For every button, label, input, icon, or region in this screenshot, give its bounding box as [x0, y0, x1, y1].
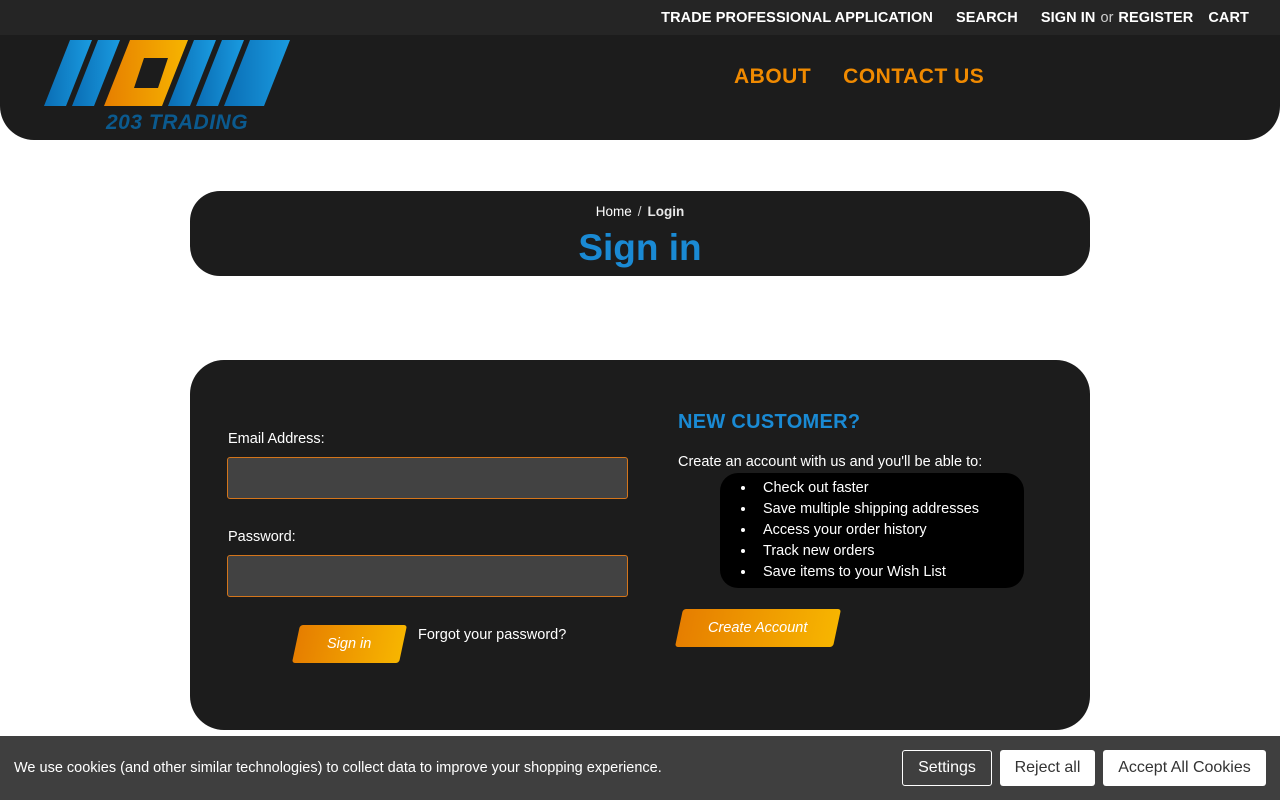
create-account-button[interactable]: Create Account	[674, 609, 842, 647]
page-title: Sign in	[578, 227, 702, 268]
password-field[interactable]	[227, 555, 628, 597]
trade-application-link[interactable]: TRADE PROFESSIONAL APPLICATION	[661, 10, 933, 26]
nav-about[interactable]: ABOUT	[734, 65, 811, 89]
benefits-box: Check out faster Save multiple shipping …	[720, 473, 1024, 588]
list-item: Check out faster	[756, 478, 1024, 499]
sign-in-button-label: Sign in	[327, 636, 372, 652]
reject-all-button[interactable]: Reject all	[1000, 750, 1095, 786]
utility-links: TRADE PROFESSIONAL APPLICATION SEARCH SI…	[661, 0, 1249, 35]
forgot-password-link[interactable]: Forgot your password?	[418, 627, 566, 643]
new-customer-intro: Create an account with us and you'll be …	[678, 454, 983, 470]
password-label: Password:	[228, 529, 296, 545]
list-item: Save multiple shipping addresses	[756, 499, 1024, 520]
logo-text: 203 TRADING	[106, 111, 249, 134]
email-label: Email Address:	[228, 431, 325, 447]
or-text: or	[1100, 9, 1114, 26]
email-field[interactable]	[227, 457, 628, 499]
cookie-consent-bar: We use cookies (and other similar techno…	[0, 736, 1280, 800]
nav-contact-us[interactable]: CONTACT US	[843, 65, 984, 89]
cookie-settings-button[interactable]: Settings	[902, 750, 992, 786]
cart-link[interactable]: CART	[1208, 10, 1249, 26]
register-link[interactable]: REGISTER	[1118, 10, 1193, 26]
login-panel: Email Address: Password: Sign in Forgot …	[190, 360, 1090, 730]
site-logo[interactable]: 203 TRADING	[44, 40, 294, 134]
utility-bar: TRADE PROFESSIONAL APPLICATION SEARCH SI…	[0, 0, 1280, 35]
sign-in-button[interactable]: Sign in	[291, 625, 408, 663]
page-heading-panel: Home / Login Sign in	[190, 191, 1090, 276]
breadcrumb-current: Login	[647, 204, 685, 219]
sign-in-link[interactable]: SIGN IN	[1041, 10, 1096, 26]
cookie-message: We use cookies (and other similar techno…	[14, 760, 662, 776]
site-header: 203 TRADING ABOUT CONTACT US	[0, 35, 1280, 140]
create-account-button-label: Create Account	[708, 620, 808, 636]
breadcrumb-separator: /	[637, 204, 642, 219]
breadcrumb: Home / Login	[190, 204, 1090, 219]
main-nav: ABOUT CONTACT US	[734, 65, 984, 89]
list-item: Access your order history	[756, 520, 1024, 541]
new-customer-title: NEW CUSTOMER?	[678, 411, 861, 433]
accept-all-cookies-button[interactable]: Accept All Cookies	[1103, 750, 1266, 786]
benefits-list: Check out faster Save multiple shipping …	[756, 478, 1024, 583]
list-item: Save items to your Wish List	[756, 562, 1024, 583]
logo-mark-icon	[44, 40, 290, 106]
breadcrumb-home[interactable]: Home	[596, 204, 632, 219]
list-item: Track new orders	[756, 541, 1024, 562]
search-link[interactable]: SEARCH	[956, 10, 1018, 26]
